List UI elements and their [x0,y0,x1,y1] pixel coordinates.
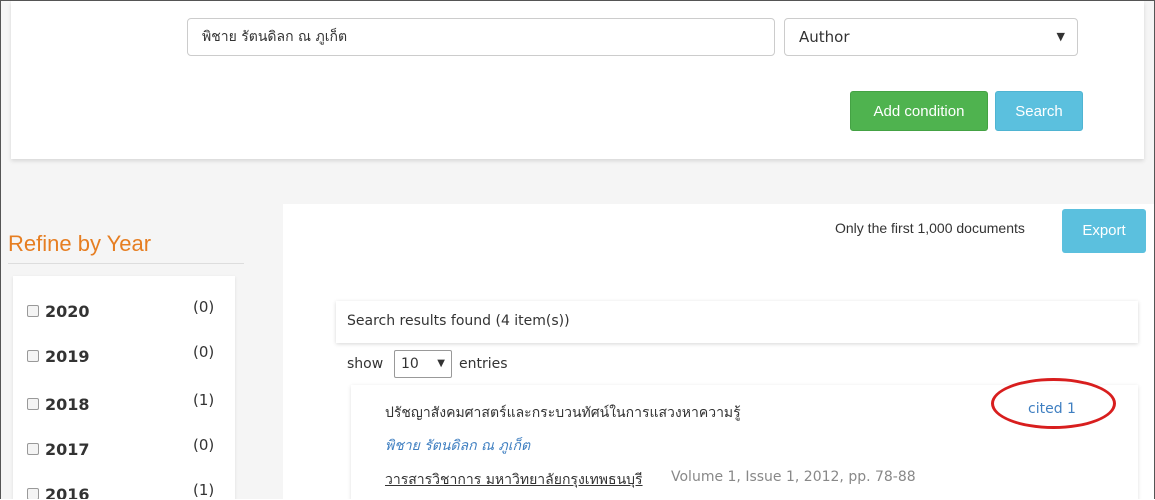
year-count: (1) [193,481,215,499]
result-journal[interactable]: วารสารวิชาการ มหาวิทยาลัยกรุงเทพธนบุรี [385,469,643,491]
search-field-select[interactable]: Author ▼ [784,18,1078,56]
limit-note: Only the first 1,000 documents [835,220,1025,236]
year-filter-2018[interactable]: 2018 (1) [13,391,235,421]
year-count: (0) [193,436,215,454]
search-field-value: Author [799,28,850,46]
year-filter-2017[interactable]: 2017 (0) [13,436,235,466]
checkbox[interactable] [27,350,39,362]
search-button[interactable]: Search [995,91,1083,131]
results-count-bar: Search results found (4 item(s)) [336,301,1138,343]
year-filter-2020[interactable]: 2020 (0) [13,298,235,328]
export-button[interactable]: Export [1062,209,1146,253]
year-filter-2016[interactable]: 2016 (1) [13,481,235,499]
year-filter-2019[interactable]: 2019 (0) [13,343,235,373]
result-title[interactable]: ปรัชญาสังคมศาสตร์และกระบวนทัศน์ในการแสวง… [385,402,741,424]
year-label: 2020 [45,302,90,321]
add-condition-button[interactable]: Add condition [850,91,988,131]
year-count: (1) [193,391,215,409]
search-panel: พิชาย รัตนดิลก ณ ภูเก็ต Author ▼ Add con… [11,1,1144,159]
checkbox[interactable] [27,398,39,410]
cited-link[interactable]: cited 1 [1028,401,1076,417]
chevron-down-icon: ▼ [1056,30,1065,43]
year-count: (0) [193,298,215,316]
page-frame: พิชาย รัตนดิลก ณ ภูเก็ต Author ▼ Add con… [0,0,1155,499]
year-count: (0) [193,343,215,361]
checkbox[interactable] [27,305,39,317]
entries-select[interactable]: 10 ▼ [394,350,452,378]
year-label: 2017 [45,440,90,459]
entries-label: entries [459,356,508,372]
result-item: ปรัชญาสังคมศาสตร์และกระบวนทัศน์ในการแสวง… [351,385,1138,499]
year-label: 2018 [45,395,90,414]
year-label: 2019 [45,347,90,366]
show-label: show [347,356,384,372]
result-meta: Volume 1, Issue 1, 2012, pp. 78-88 [671,469,916,485]
checkbox[interactable] [27,488,39,499]
refine-year-list: 2020 (0) 2019 (0) 2018 (1) 2017 (0) 2016… [13,276,235,499]
year-label: 2016 [45,485,90,499]
divider [8,263,244,264]
result-authors[interactable]: พิชาย รัตนดิลก ณ ภูเก็ต [385,435,530,457]
entries-value: 10 [401,356,419,372]
refine-title: Refine by Year [8,231,152,256]
chevron-down-icon: ▼ [437,358,445,369]
results-count-text: Search results found (4 item(s)) [347,313,570,329]
search-input[interactable]: พิชาย รัตนดิลก ณ ภูเก็ต [187,18,775,56]
checkbox[interactable] [27,443,39,455]
